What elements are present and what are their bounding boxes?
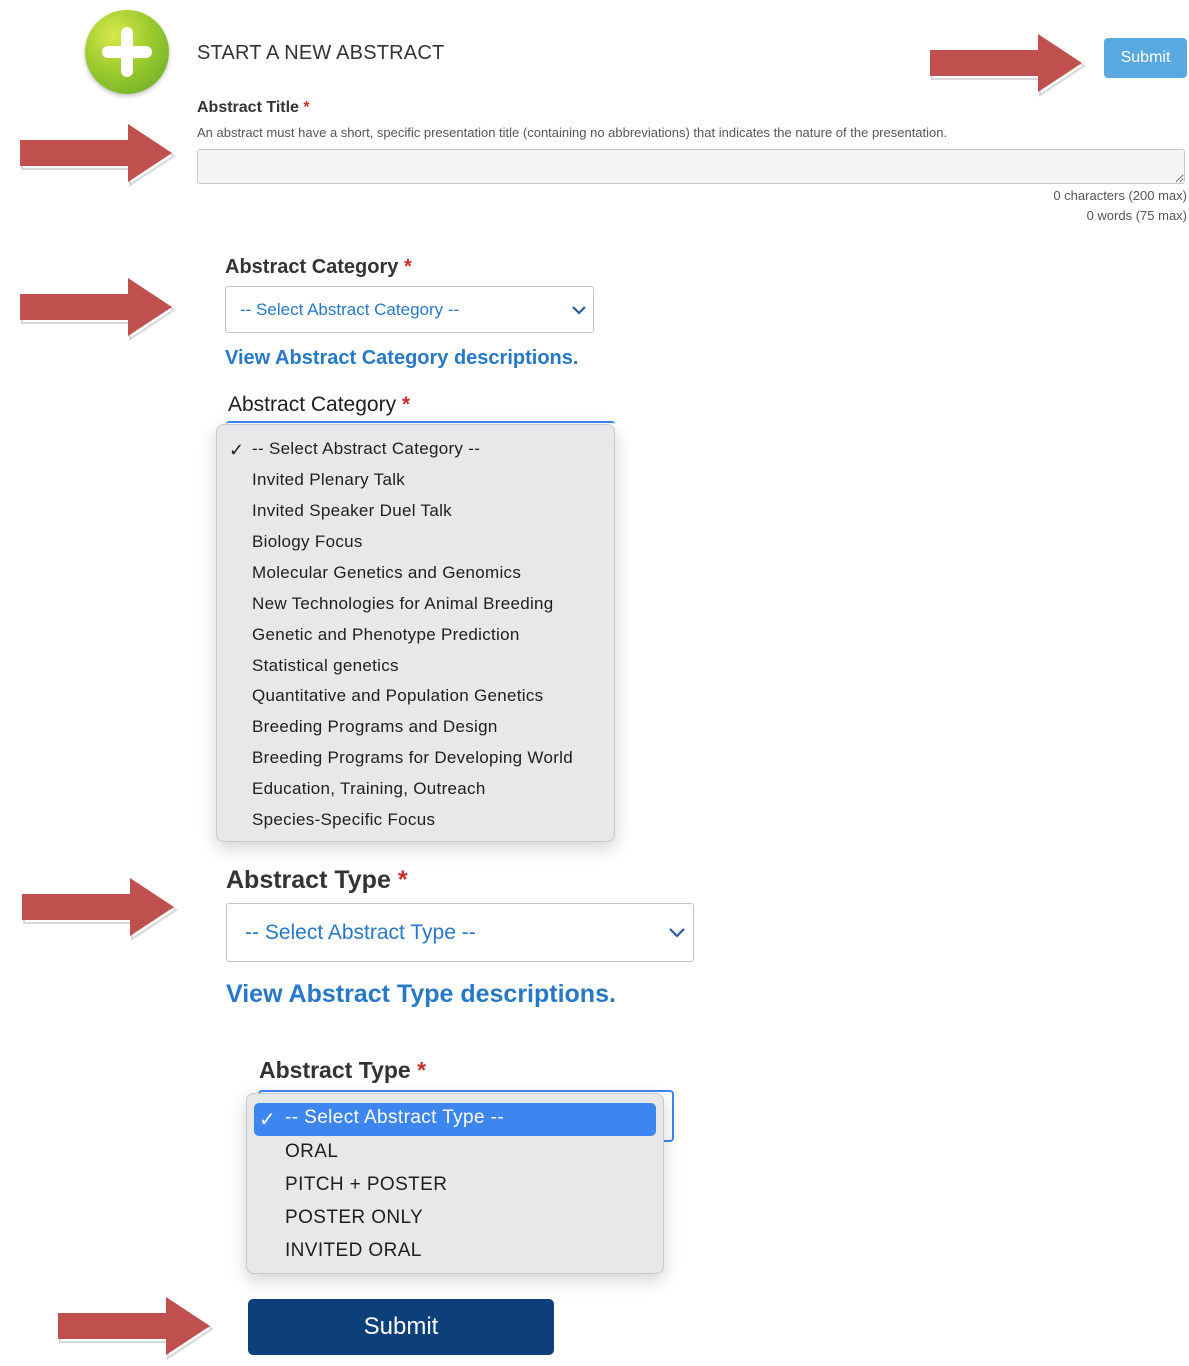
abstract-title-label: Abstract Title * — [197, 99, 310, 117]
category-option[interactable]: New Technologies for Animal Breeding — [252, 594, 554, 614]
abstract-category-dropdown-label: Abstract Category * — [228, 393, 410, 417]
abstract-category-dropdown-label-text: Abstract Category — [228, 393, 397, 416]
category-option[interactable]: Molecular Genetics and Genomics — [252, 563, 521, 583]
abstract-category-dropdown-menu[interactable]: ✓ -- Select Abstract Category -- Invited… — [216, 424, 615, 842]
type-option[interactable]: ORAL — [285, 1141, 338, 1163]
category-option[interactable]: Invited Plenary Talk — [252, 470, 405, 490]
arrow-annotation-icon — [20, 278, 176, 341]
abstract-type-dropdown-label-text: Abstract Type — [259, 1057, 411, 1083]
abstract-type-dropdown-label: Abstract Type * — [259, 1057, 426, 1084]
type-descriptions-link[interactable]: View Abstract Type descriptions. — [226, 980, 616, 1009]
abstract-category-select[interactable]: -- Select Abstract Category -- — [225, 286, 594, 333]
word-counter: 0 words (75 max) — [1086, 208, 1187, 223]
abstract-type-selected: -- Select Abstract Type -- — [245, 920, 476, 944]
arrow-annotation-icon — [930, 34, 1086, 97]
required-marker: * — [401, 393, 411, 416]
category-option[interactable]: -- Select Abstract Category -- — [252, 439, 480, 459]
category-option[interactable]: Genetic and Phenotype Prediction — [252, 625, 520, 645]
category-option[interactable]: Breeding Programs and Design — [252, 717, 498, 737]
arrow-annotation-icon — [58, 1297, 214, 1360]
category-descriptions-link[interactable]: View Abstract Category descriptions. — [225, 347, 578, 370]
category-option[interactable]: Biology Focus — [252, 532, 363, 552]
plus-circle-icon — [85, 10, 169, 94]
abstract-type-select[interactable]: -- Select Abstract Type -- — [226, 903, 694, 962]
required-marker: * — [303, 99, 310, 116]
category-option[interactable]: Invited Speaker Duel Talk — [252, 501, 452, 521]
type-option[interactable]: -- Select Abstract Type -- — [285, 1107, 504, 1129]
abstract-category-label: Abstract Category * — [225, 256, 412, 279]
character-counter: 0 characters (200 max) — [1053, 188, 1187, 203]
abstract-category-label-text: Abstract Category — [225, 256, 399, 278]
abstract-type-label: Abstract Type * — [226, 866, 408, 895]
category-option[interactable]: Statistical genetics — [252, 656, 399, 676]
abstract-type-label-text: Abstract Type — [226, 866, 391, 894]
required-marker: * — [397, 866, 408, 894]
abstract-title-input[interactable] — [197, 149, 1185, 184]
abstract-category-selected: -- Select Abstract Category -- — [240, 299, 460, 319]
category-option[interactable]: Quantitative and Population Genetics — [252, 686, 543, 706]
submit-button-top[interactable]: Submit — [1104, 38, 1187, 78]
abstract-type-dropdown-menu[interactable]: ✓ -- Select Abstract Type -- ORAL PITCH … — [246, 1093, 664, 1274]
type-option[interactable]: POSTER ONLY — [285, 1207, 423, 1229]
required-marker: * — [403, 256, 412, 278]
abstract-title-help: An abstract must have a short, specific … — [197, 125, 948, 140]
type-option[interactable]: PITCH + POSTER — [285, 1174, 447, 1196]
abstract-title-label-text: Abstract Title — [197, 99, 299, 116]
page-title: START A NEW ABSTRACT — [197, 42, 445, 64]
category-option[interactable]: Breeding Programs for Developing World — [252, 748, 573, 768]
arrow-annotation-icon — [22, 878, 178, 941]
checkmark-icon: ✓ — [259, 1109, 276, 1131]
arrow-annotation-icon — [20, 124, 176, 187]
category-option[interactable]: Species-Specific Focus — [252, 810, 435, 830]
category-option[interactable]: Education, Training, Outreach — [252, 779, 486, 799]
chevron-down-icon — [572, 305, 586, 315]
type-option[interactable]: INVITED ORAL — [285, 1240, 422, 1262]
required-marker: * — [417, 1057, 427, 1083]
checkmark-icon: ✓ — [229, 440, 245, 460]
submit-button-bottom[interactable]: Submit — [248, 1299, 554, 1355]
chevron-down-icon — [669, 928, 685, 938]
